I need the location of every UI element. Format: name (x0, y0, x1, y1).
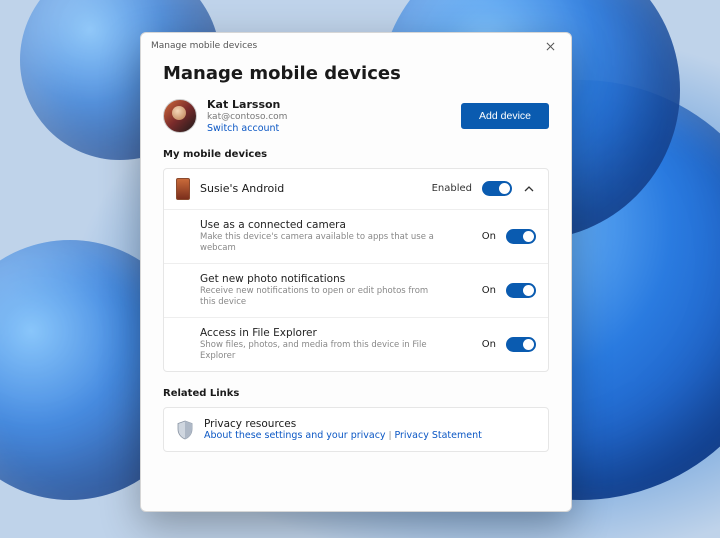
file-explorer-toggle[interactable] (506, 337, 536, 352)
user-avatar (163, 99, 197, 133)
account-row: Kat Larsson kat@contoso.com Switch accou… (163, 98, 549, 135)
setting-desc: Show files, photos, and media from this … (200, 340, 440, 362)
setting-state: On (482, 339, 496, 350)
setting-title: Use as a connected camera (200, 219, 472, 231)
photo-notifications-toggle[interactable] (506, 283, 536, 298)
privacy-about-link[interactable]: About these settings and your privacy (204, 430, 386, 441)
close-icon (546, 42, 555, 51)
privacy-title: Privacy resources (204, 418, 482, 430)
setting-file-explorer: Access in File Explorer Show files, phot… (164, 317, 548, 371)
switch-account-link[interactable]: Switch account (207, 123, 451, 135)
window-title: Manage mobile devices (151, 41, 257, 51)
shield-icon (176, 420, 194, 440)
device-card: Susie's Android Enabled Use as a connect… (163, 168, 549, 372)
setting-title: Access in File Explorer (200, 327, 472, 339)
setting-desc: Make this device's camera available to a… (200, 232, 440, 254)
device-enabled-toggle[interactable] (482, 181, 512, 196)
related-section-label: Related Links (163, 388, 549, 399)
setting-state: On (482, 231, 496, 242)
expand-button[interactable] (522, 182, 536, 196)
dialog-content: Manage mobile devices Kat Larsson kat@co… (141, 59, 571, 511)
setting-title: Get new photo notifications (200, 273, 472, 285)
device-name: Susie's Android (200, 182, 422, 195)
chevron-up-icon (524, 184, 534, 194)
device-state: Enabled (432, 183, 472, 194)
devices-section-label: My mobile devices (163, 149, 549, 160)
dialog-window: Manage mobile devices Manage mobile devi… (140, 32, 572, 512)
privacy-statement-link[interactable]: Privacy Statement (394, 430, 481, 441)
add-device-button[interactable]: Add device (461, 103, 549, 129)
privacy-card: Privacy resources About these settings a… (163, 407, 549, 452)
setting-photo-notifications: Get new photo notifications Receive new … (164, 263, 548, 317)
device-header[interactable]: Susie's Android Enabled (164, 169, 548, 209)
setting-connected-camera: Use as a connected camera Make this devi… (164, 209, 548, 263)
setting-state: On (482, 285, 496, 296)
page-heading: Manage mobile devices (163, 63, 549, 84)
connected-camera-toggle[interactable] (506, 229, 536, 244)
close-button[interactable] (535, 35, 565, 57)
user-email: kat@contoso.com (207, 112, 451, 123)
titlebar: Manage mobile devices (141, 33, 571, 59)
setting-desc: Receive new notifications to open or edi… (200, 286, 440, 308)
phone-icon (176, 178, 190, 200)
user-name: Kat Larsson (207, 98, 451, 112)
